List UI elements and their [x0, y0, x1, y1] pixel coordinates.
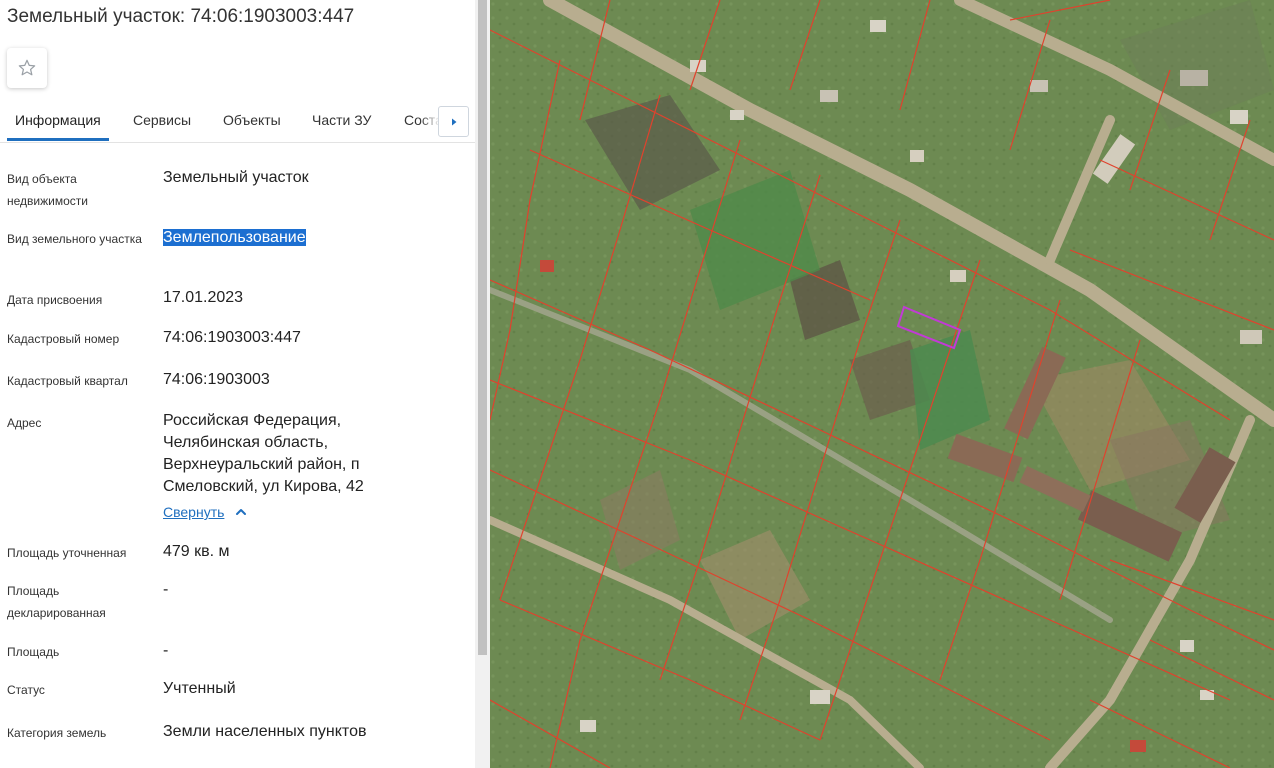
label-parcel-type: Вид земельного участка: [7, 232, 142, 246]
panel-scrollbar[interactable]: [475, 0, 490, 768]
satellite-map[interactable]: [490, 0, 1274, 768]
tab-objects[interactable]: Объекты: [223, 112, 281, 128]
triangle-right-icon: [451, 118, 456, 125]
label-area-declared: Площадь декларированная: [7, 584, 106, 620]
value-parcel-type: Землепользование: [163, 227, 463, 249]
value-status: Учтенный: [163, 680, 236, 697]
label-object-type: Вид объекта недвижимости: [7, 172, 88, 208]
label-area: Площадь: [7, 645, 60, 659]
value-area-refined: 479 кв. м: [163, 543, 230, 560]
value-cadastral-number: 74:06:1903003:447: [163, 329, 301, 346]
tab-information[interactable]: Информация: [15, 112, 101, 128]
scrollbar-thumb[interactable]: [478, 0, 487, 655]
label-cadastral-number: Кадастровый номер: [7, 332, 120, 346]
value-land-category: Земли населенных пунктов: [163, 723, 367, 740]
tab-parts[interactable]: Части ЗУ: [312, 112, 371, 128]
page-title: Земельный участок: 74:06:1903003:447: [7, 6, 355, 27]
tab-overflow-fade: [420, 104, 440, 140]
label-cadastral-quarter: Кадастровый квартал: [7, 374, 128, 388]
label-area-refined: Площадь уточненная: [7, 546, 127, 560]
info-panel: Земельный участок: 74:06:1903003:447 Инф…: [0, 0, 475, 768]
tab-scroll-right-button[interactable]: [438, 106, 469, 137]
selected-text: Землепользование: [163, 229, 306, 246]
tab-bar: Информация Сервисы Объекты Части ЗУ Сост…: [0, 104, 475, 143]
value-address: Российская Федерация, Челябинская област…: [163, 412, 364, 495]
tab-services[interactable]: Сервисы: [133, 112, 191, 128]
value-area-declared: -: [163, 581, 169, 598]
value-area: -: [163, 642, 169, 659]
label-address: Адрес: [7, 416, 42, 430]
chevron-up-icon[interactable]: [234, 505, 248, 519]
collapse-link[interactable]: Свернуть: [163, 504, 224, 520]
value-cadastral-quarter: 74:06:1903003: [163, 371, 270, 388]
star-outline-icon: [18, 59, 36, 76]
label-assign-date: Дата присвоения: [7, 293, 103, 307]
value-assign-date: 17.01.2023: [163, 289, 244, 306]
map-canvas[interactable]: [490, 0, 1274, 768]
label-land-category: Категория земель: [7, 726, 107, 740]
label-status: Статус: [7, 683, 45, 697]
value-object-type: Земельный участок: [163, 169, 309, 186]
active-tab-indicator: [7, 138, 109, 141]
favorite-button[interactable]: [7, 48, 47, 88]
